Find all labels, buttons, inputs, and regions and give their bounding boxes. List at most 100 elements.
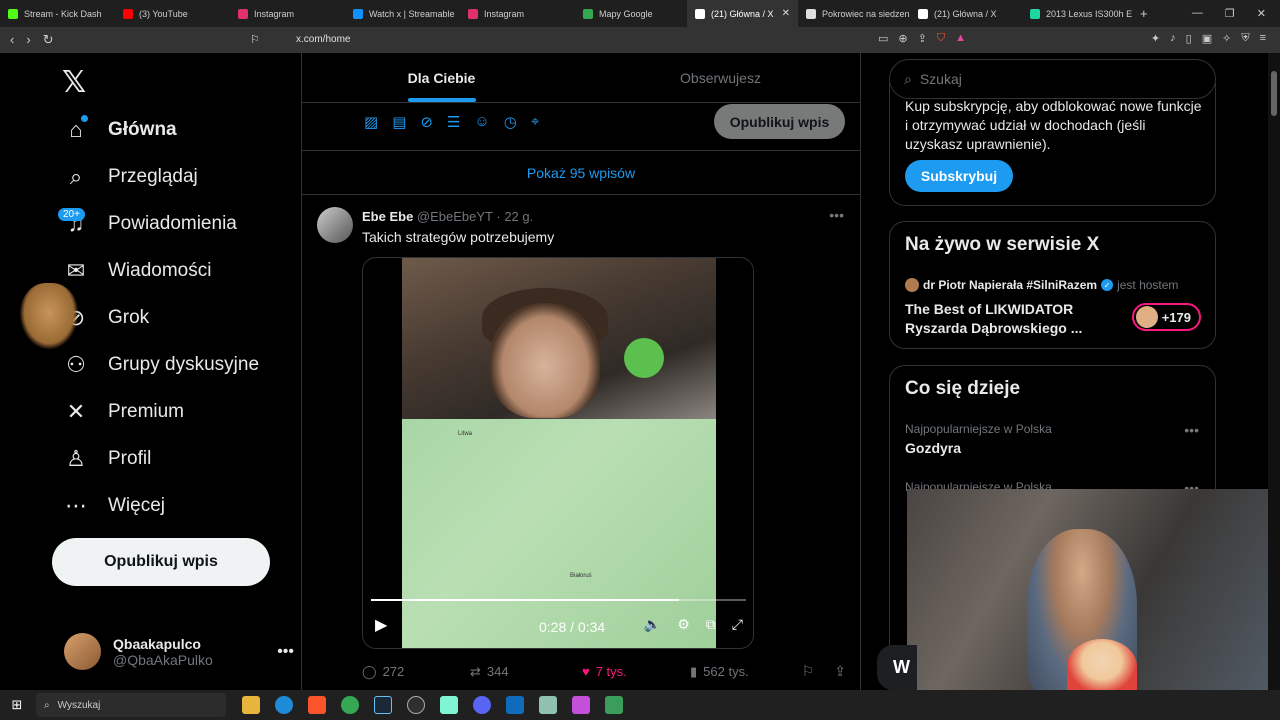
zoom-icon[interactable]: ⊕ <box>898 32 907 45</box>
play-icon[interactable]: ▶ <box>375 615 387 635</box>
poll-icon[interactable]: ☰ <box>447 113 460 131</box>
app-icon[interactable] <box>539 696 557 714</box>
volume-icon[interactable]: 🔈 <box>644 616 661 633</box>
forward-icon[interactable]: › <box>26 32 30 48</box>
streamlabs-icon[interactable] <box>440 696 458 714</box>
app-icon[interactable] <box>572 696 590 714</box>
nav-premium[interactable]: ✕ Premium <box>62 399 184 425</box>
subscribe-button[interactable]: Subskrybuj <box>905 160 1013 192</box>
like-button[interactable]: ♥ 7 tys. <box>582 663 690 680</box>
grok-icon[interactable]: ⊘ <box>420 113 433 131</box>
avatar[interactable] <box>317 207 353 243</box>
nav-communities[interactable]: ⚇ Grupy dyskusyjne <box>62 352 259 378</box>
tab-pokrowiec[interactable]: Pokrowiec na siedzeni <box>798 0 910 27</box>
nav-more[interactable]: ⋯ Więcej <box>62 493 165 519</box>
mail-app-icon[interactable] <box>506 696 524 714</box>
page-scrollbar[interactable] <box>1268 53 1280 690</box>
video-person <box>490 303 600 418</box>
trend-item[interactable]: Najpopularniejsze w Polska Gozdyra <box>905 422 1052 456</box>
nav-home[interactable]: ⌂ Główna <box>62 117 176 143</box>
file-explorer-icon[interactable] <box>242 696 260 714</box>
location-icon[interactable]: ⌖ <box>531 113 539 131</box>
nav-messages[interactable]: ✉ Wiadomości <box>62 258 212 284</box>
x-logo-icon[interactable]: 𝕏 <box>62 65 86 100</box>
brave-icon[interactable] <box>308 696 326 714</box>
tab-lexus[interactable]: 2013 Lexus IS300h Eli <box>1022 0 1132 27</box>
discord-icon[interactable] <box>473 696 491 714</box>
leo-icon[interactable]: ✧ <box>1222 32 1231 45</box>
nav-explore[interactable]: ⌕ Przeglądaj <box>62 164 198 190</box>
show-new-posts[interactable]: Pokaż 95 wpisów <box>302 151 860 195</box>
back-icon[interactable]: ‹ <box>10 32 14 48</box>
search-bar[interactable]: ⌕ Szukaj <box>889 59 1216 99</box>
video-progress-bar[interactable] <box>371 599 746 601</box>
minimize-icon[interactable]: — <box>1192 7 1203 20</box>
brave-rewards-icon[interactable]: ▲ <box>955 32 966 45</box>
restore-icon[interactable]: ❐ <box>1225 7 1235 20</box>
emoji-icon[interactable]: ☺ <box>474 113 489 131</box>
taskbar-search[interactable]: ⌕ Wyszukaj <box>36 693 226 717</box>
post[interactable]: Ebe Ebe @EbeEbeYT · 22 g. ••• Takich str… <box>302 195 860 690</box>
media-icon[interactable]: ♪ <box>1170 32 1176 45</box>
edge-icon[interactable] <box>275 696 293 714</box>
scrollbar-thumb[interactable] <box>1271 71 1277 116</box>
nav-profile[interactable]: ♙ Profil <box>62 446 151 472</box>
views-button[interactable]: ▮ 562 tys. <box>690 663 798 680</box>
extensions-icon[interactable]: ✦ <box>1151 32 1160 45</box>
steam-icon[interactable] <box>374 696 392 714</box>
close-window-icon[interactable]: ✕ <box>1257 7 1266 20</box>
bookmark-icon[interactable]: ⚐ <box>802 663 815 680</box>
account-switcher[interactable]: Qbaakapulco @QbaAkaPulko ••• <box>64 633 294 670</box>
post-time[interactable]: · 22 g. <box>496 209 533 224</box>
space-title[interactable]: The Best of LIKWIDATOR Ryszarda Dąbrowsk… <box>905 300 1105 338</box>
settings-gear-icon[interactable]: ⚙ <box>677 616 690 633</box>
vpn-icon[interactable]: ⛨ <box>1241 32 1249 45</box>
post-author-handle[interactable]: @EbeEbeYT <box>417 209 493 224</box>
tab-google-maps[interactable]: Mapy Google <box>575 0 687 27</box>
nav-notifications[interactable]: ♫ Powiadomienia <box>62 211 237 237</box>
url-field[interactable]: x.com/home <box>296 34 350 45</box>
brave-shield-icon[interactable]: ⛉ <box>937 32 945 45</box>
post-button[interactable]: Opublikuj wpis <box>52 538 270 586</box>
share-icon[interactable]: ⇪ <box>834 663 846 680</box>
image-icon[interactable]: ▨ <box>364 113 378 131</box>
reload-icon[interactable]: ↻ <box>43 32 54 48</box>
tab-youtube[interactable]: (3) YouTube <box>115 0 230 27</box>
schedule-icon[interactable]: ◷ <box>504 113 517 131</box>
cast-icon[interactable]: ▭ <box>878 32 888 45</box>
tab-x-home[interactable]: (21) Główna / X <box>910 0 1022 27</box>
trend-more-icon[interactable]: ••• <box>1184 422 1199 438</box>
picture-in-picture-icon[interactable]: ⧉ <box>706 616 716 633</box>
post-author-name[interactable]: Ebe Ebe <box>362 209 413 224</box>
tab-for-you[interactable]: Dla Ciebie <box>302 53 581 102</box>
search-input[interactable]: Szukaj <box>920 71 962 87</box>
more-options-icon[interactable]: ••• <box>277 643 294 661</box>
tab-x-home-active[interactable]: (21) Główna / X ✕ <box>687 0 798 27</box>
space-listeners[interactable]: +179 <box>1131 303 1201 331</box>
tab-instagram-2[interactable]: Instagram <box>460 0 575 27</box>
obs-icon[interactable] <box>407 696 425 714</box>
tab-streamable[interactable]: Watch x | Streamable <box>345 0 460 27</box>
fullscreen-icon[interactable]: ⤢ <box>732 616 743 633</box>
video-player[interactable]: Litwa Białoruś ▶ 0:28 / 0:34 🔈 ⚙ ⧉ ⤢ <box>362 257 754 649</box>
composer-post-button[interactable]: Opublikuj wpis <box>714 104 845 139</box>
tab-following[interactable]: Obserwujesz <box>581 53 860 102</box>
new-tab-button[interactable]: + <box>1132 0 1156 27</box>
share-icon[interactable]: ⇪ <box>918 32 927 45</box>
space-host[interactable]: dr Piotr Napierała #SilniRazem ✓ jest ho… <box>905 278 1178 292</box>
messages-drawer-icon[interactable]: W <box>877 645 917 690</box>
close-tab-icon[interactable]: ✕ <box>782 8 790 19</box>
tab-instagram[interactable]: Instagram <box>230 0 345 27</box>
tab-kick[interactable]: Stream - Kick Dash <box>0 0 115 27</box>
post-more-icon[interactable]: ••• <box>829 207 844 223</box>
menu-icon[interactable]: ≡ <box>1260 32 1266 45</box>
sidebar-icon[interactable]: ▯ <box>1186 32 1192 45</box>
bookmark-icon[interactable]: ⚐ <box>250 33 260 46</box>
app-icon[interactable] <box>605 696 623 714</box>
gif-icon[interactable]: ▤ <box>392 113 406 131</box>
wallet-icon[interactable]: ▣ <box>1202 32 1212 45</box>
windows-start-icon[interactable]: ⊞ <box>0 697 34 713</box>
chrome-icon[interactable] <box>341 696 359 714</box>
repost-button[interactable]: ⇄ 344 <box>470 663 582 680</box>
reply-button[interactable]: ◯ 272 <box>362 663 470 680</box>
